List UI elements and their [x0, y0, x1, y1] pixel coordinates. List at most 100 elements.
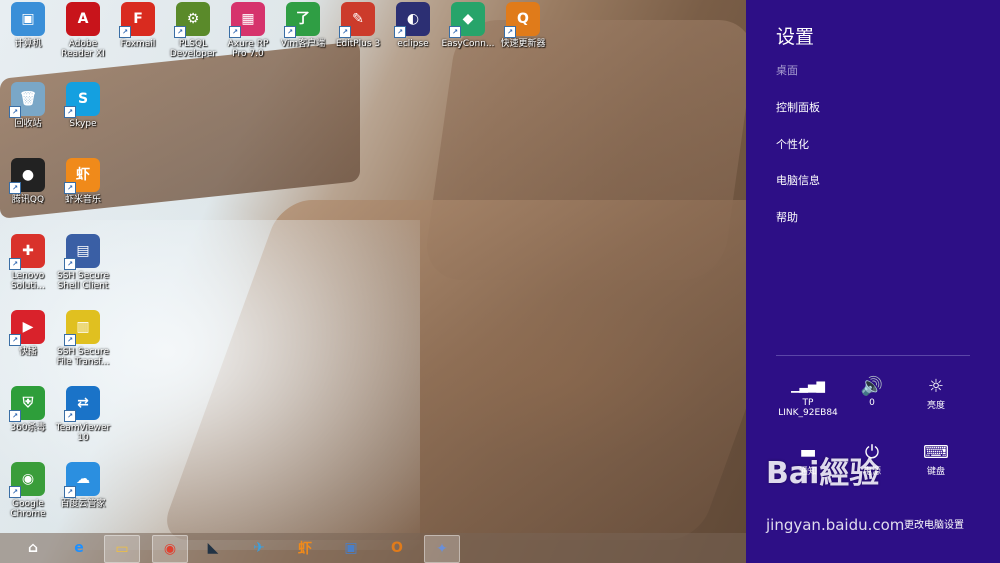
- desktop-icon[interactable]: 虾 ↗ 虾米音乐: [55, 158, 111, 205]
- desktop-icon[interactable]: ▥ ↗ SSH Secure File Transf...: [55, 310, 111, 367]
- shortcut-arrow-icon: ↗: [9, 410, 21, 422]
- desktop-icon-label: Vim客户端: [280, 39, 326, 49]
- app-icon: ▶ ↗: [9, 310, 45, 346]
- desktop-icon[interactable]: 🗑 ↗ 回收站: [0, 82, 56, 129]
- app-icon: ✎ ↗: [339, 2, 375, 38]
- shortcut-arrow-icon: ↗: [284, 26, 296, 38]
- brightness-icon: ☼: [927, 376, 945, 397]
- charm-subtitle: 桌面: [776, 64, 798, 77]
- desktop-icon[interactable]: S ↗ Skype: [55, 82, 111, 129]
- desktop-icon-label: 腾讯QQ: [11, 195, 45, 205]
- shortcut-arrow-icon: ↗: [394, 26, 406, 38]
- app-icon: A: [66, 2, 100, 36]
- app-icon: Q ↗: [504, 2, 540, 38]
- desktop-icon[interactable]: ◐ ↗ eclipse: [385, 2, 441, 49]
- app-icon: ▥ ↗: [64, 310, 100, 346]
- desktop-icon[interactable]: ⚙ ↗ PLSQL Developer: [165, 2, 221, 59]
- taskbar-home-icon[interactable]: ⌂: [16, 535, 50, 561]
- desktop-icon-label: 虾米音乐: [64, 195, 101, 205]
- desktop-icon[interactable]: ⇄ ↗ TeamViewer 10: [55, 386, 111, 443]
- taskbar: ⌂ e ▭ ◉ ◣ ✈ 虾 ▣ O ✦: [0, 533, 746, 563]
- app-icon: ⛨ ↗: [9, 386, 45, 422]
- menu-control-panel[interactable]: 控制面板: [776, 99, 820, 115]
- keyboard-button[interactable]: ⌨ 键盘: [906, 442, 966, 477]
- desktop-icon-label: EditPlus 3: [335, 39, 381, 49]
- desktop-icon[interactable]: ▶ ↗ 快播: [0, 310, 56, 357]
- app-icon: ☁ ↗: [64, 462, 100, 498]
- desktop-icon[interactable]: ⛨ ↗ 360杀毒: [0, 386, 56, 433]
- shortcut-arrow-icon: ↗: [449, 26, 461, 38]
- desktop-icon-label: Lenovo Soluti...: [10, 271, 46, 291]
- divider: [776, 355, 970, 356]
- menu-pc-info[interactable]: 电脑信息: [776, 172, 820, 188]
- desktop-icon[interactable]: Q ↗ 快速更新器: [495, 2, 551, 49]
- brightness-label: 亮度: [926, 401, 945, 411]
- desktop-icon-label: EasyConn...: [441, 39, 495, 49]
- desktop-icon-label: 快速更新器: [500, 39, 546, 49]
- desktop-icon[interactable]: ✎ ↗ EditPlus 3: [330, 2, 386, 49]
- desktop-icon-label: TeamViewer 10: [55, 423, 111, 443]
- taskbar-ie-icon[interactable]: e: [62, 535, 96, 561]
- menu-personalize[interactable]: 个性化: [776, 136, 809, 152]
- app-icon: ⇄ ↗: [64, 386, 100, 422]
- baidu-watermark-url: jingyan.baidu.com: [766, 516, 905, 534]
- app-icon: S ↗: [64, 82, 100, 118]
- app-icon: ▣: [11, 2, 45, 36]
- baidu-watermark: Bai經验: [766, 456, 880, 491]
- desktop-icon-label: 360杀毒: [10, 423, 46, 433]
- shortcut-arrow-icon: ↗: [9, 486, 21, 498]
- menu-help[interactable]: 帮助: [776, 209, 798, 225]
- app-icon: ✚ ↗: [9, 234, 45, 270]
- app-icon: ▤ ↗: [64, 234, 100, 270]
- taskbar-chrome-icon[interactable]: ◉: [152, 535, 188, 563]
- taskbar-bird-icon[interactable]: ◣: [196, 535, 230, 561]
- app-icon: 虾 ↗: [64, 158, 100, 194]
- desktop: ▣ 计算机 A Adobe Reader XI F ↗ Foxmail ⚙ ↗ PLSQL Dev…: [0, 0, 746, 563]
- desktop-icon-label: PLSQL Developer: [169, 39, 217, 59]
- taskbar-xiami-icon[interactable]: 虾: [288, 535, 322, 561]
- shortcut-arrow-icon: ↗: [9, 258, 21, 270]
- brightness-button[interactable]: ☼ 亮度: [906, 376, 966, 411]
- taskbar-plane-icon[interactable]: ✈: [242, 535, 276, 561]
- shortcut-arrow-icon: ↗: [9, 182, 21, 194]
- desktop-icon[interactable]: ▦ ↗ Axure RP Pro 7.0: [220, 2, 276, 59]
- volume-button[interactable]: 🔊 0: [842, 376, 902, 408]
- desktop-icon-label: Foxmail: [120, 39, 156, 49]
- taskbar-explorer-icon[interactable]: ▭: [104, 535, 140, 563]
- desktop-icon-label: SSH Secure Shell Client: [57, 271, 109, 291]
- desktop-icon-label: 百度云管家: [60, 499, 106, 509]
- shortcut-arrow-icon: ↗: [174, 26, 186, 38]
- wifi-icon: ▁▃▅▇: [791, 380, 825, 393]
- desktop-icon[interactable]: ◆ ↗ EasyConn...: [440, 2, 496, 49]
- shortcut-arrow-icon: ↗: [9, 334, 21, 346]
- wifi-label: TP LINK_92EB84: [778, 398, 838, 418]
- app-icon: ▦ ↗: [229, 2, 265, 38]
- wifi-button[interactable]: ▁▃▅▇ TP LINK_92EB84: [778, 376, 838, 418]
- change-pc-settings-link[interactable]: 更改电脑设置: [904, 516, 964, 531]
- shortcut-arrow-icon: ↗: [504, 26, 516, 38]
- taskbar-outlook-icon[interactable]: O: [380, 535, 414, 561]
- desktop-icon-label: eclipse: [397, 39, 429, 49]
- desktop-icon-label: 快播: [18, 347, 37, 357]
- charm-title: 设置: [776, 26, 815, 48]
- shortcut-arrow-icon: ↗: [64, 334, 76, 346]
- desktop-icon-label: Google Chrome: [10, 499, 46, 519]
- taskbar-remote-icon[interactable]: ▣: [334, 535, 368, 561]
- desktop-icon[interactable]: ☁ ↗ 百度云管家: [55, 462, 111, 509]
- desktop-icon[interactable]: ◉ ↗ Google Chrome: [0, 462, 56, 519]
- desktop-icon[interactable]: ✚ ↗ Lenovo Soluti...: [0, 234, 56, 291]
- app-icon: F ↗: [119, 2, 155, 38]
- shortcut-arrow-icon: ↗: [64, 182, 76, 194]
- desktop-icon[interactable]: ▤ ↗ SSH Secure Shell Client: [55, 234, 111, 291]
- desktop-icon-label: Adobe Reader XI: [61, 39, 105, 59]
- taskbar-paint-icon[interactable]: ✦: [424, 535, 460, 563]
- desktop-icon[interactable]: 了 ↗ Vim客户端: [275, 2, 331, 49]
- app-icon: ◐ ↗: [394, 2, 430, 38]
- desktop-icon[interactable]: ▣ 计算机: [0, 2, 56, 49]
- app-icon: ◉ ↗: [9, 462, 45, 498]
- desktop-icon[interactable]: ● ↗ 腾讯QQ: [0, 158, 56, 205]
- desktop-icon[interactable]: F ↗ Foxmail: [110, 2, 166, 49]
- shortcut-arrow-icon: ↗: [119, 26, 131, 38]
- keyboard-label: 键盘: [926, 467, 945, 477]
- desktop-icon[interactable]: A Adobe Reader XI: [55, 2, 111, 59]
